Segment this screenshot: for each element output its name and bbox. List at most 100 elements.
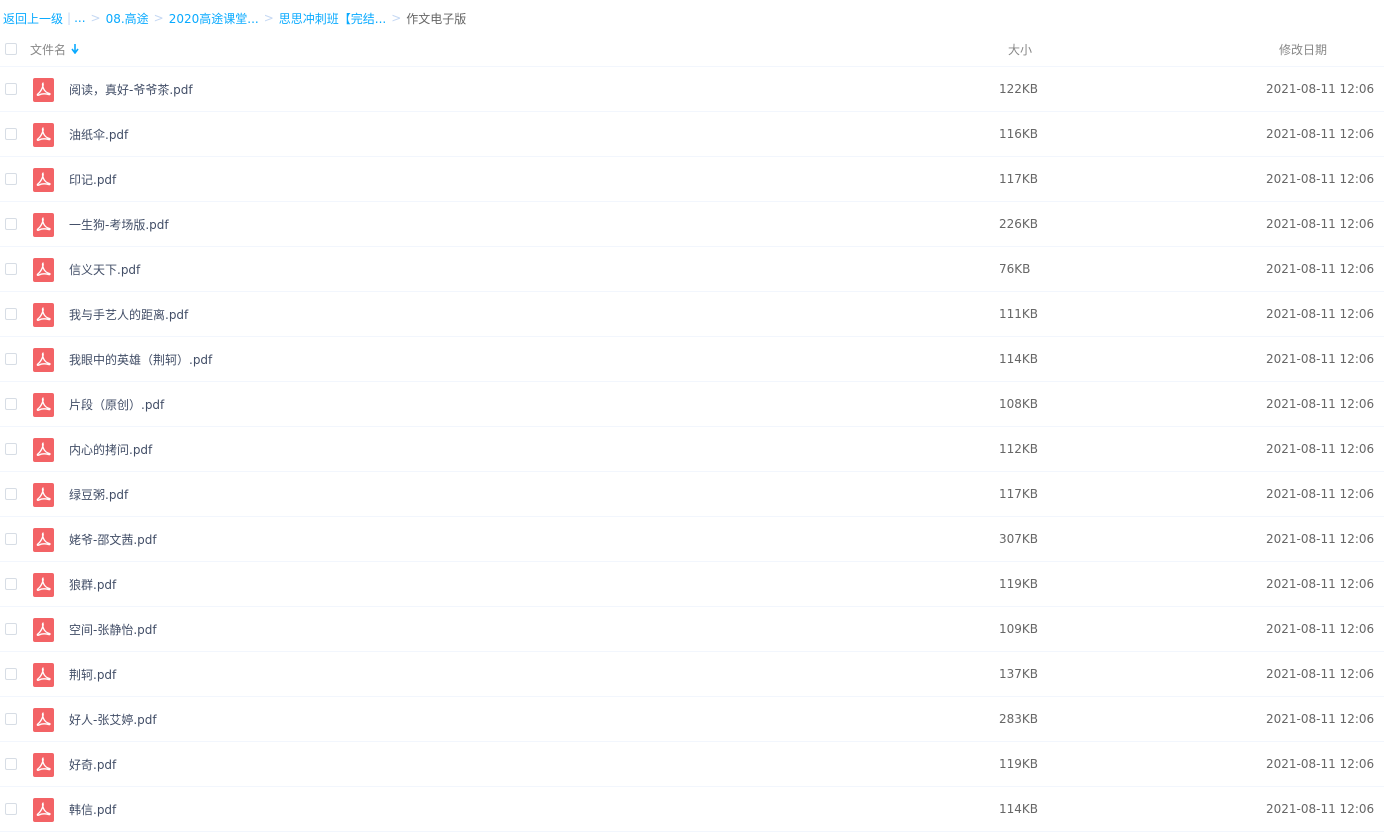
pdf-file-icon <box>33 168 54 192</box>
file-list-header: 文件名 大小 修改日期 <box>0 36 1384 67</box>
select-all-checkbox[interactable] <box>5 43 17 55</box>
file-name[interactable]: 信义天下.pdf <box>69 261 140 278</box>
file-size: 226KB <box>999 217 1039 231</box>
file-row[interactable]: 印记.pdf 117KB 2021-08-11 12:06 <box>0 157 1384 202</box>
file-modified-date: 2021-08-11 12:06 <box>1266 487 1375 501</box>
file-checkbox[interactable] <box>5 398 17 410</box>
file-size: 119KB <box>999 757 1039 771</box>
file-row[interactable]: 片段（原创）.pdf 108KB 2021-08-11 12:06 <box>0 382 1384 427</box>
file-row[interactable]: 荆轲.pdf 137KB 2021-08-11 12:06 <box>0 652 1384 697</box>
file-name[interactable]: 绿豆粥.pdf <box>69 486 128 503</box>
file-name[interactable]: 我与手艺人的距离.pdf <box>69 306 188 323</box>
file-checkbox[interactable] <box>5 353 17 365</box>
pdf-file-icon <box>33 753 54 777</box>
file-name[interactable]: 姥爷-邵文茜.pdf <box>69 531 157 548</box>
file-name[interactable]: 片段（原创）.pdf <box>69 396 164 413</box>
file-checkbox[interactable] <box>5 218 17 230</box>
file-checkbox[interactable] <box>5 668 17 680</box>
file-row[interactable]: 一生狗-考场版.pdf 226KB 2021-08-11 12:06 <box>0 202 1384 247</box>
pdf-file-icon <box>33 438 54 462</box>
file-modified-date: 2021-08-11 12:06 <box>1266 532 1375 546</box>
file-modified-date: 2021-08-11 12:06 <box>1266 127 1375 141</box>
file-size: 117KB <box>999 487 1039 501</box>
file-name[interactable]: 印记.pdf <box>69 171 116 188</box>
breadcrumb-item-sprint-class[interactable]: 思思冲刺班【完结... <box>279 10 386 27</box>
file-name[interactable]: 一生狗-考场版.pdf <box>69 216 169 233</box>
pdf-file-icon <box>33 573 54 597</box>
file-name[interactable]: 内心的拷问.pdf <box>69 441 152 458</box>
file-name[interactable]: 狼群.pdf <box>69 576 116 593</box>
file-row[interactable]: 狼群.pdf 119KB 2021-08-11 12:06 <box>0 562 1384 607</box>
file-row[interactable]: 信义天下.pdf 76KB 2021-08-11 12:06 <box>0 247 1384 292</box>
file-checkbox[interactable] <box>5 308 17 320</box>
file-modified-date: 2021-08-11 12:06 <box>1266 397 1375 411</box>
pdf-file-icon <box>33 708 54 732</box>
breadcrumb-current: 作文电子版 <box>406 11 467 26</box>
file-size: 114KB <box>999 352 1039 366</box>
breadcrumb-item-2020-course[interactable]: 2020高途课堂... <box>169 10 259 27</box>
file-row[interactable]: 韩信.pdf 114KB 2021-08-11 12:06 <box>0 787 1384 832</box>
file-name[interactable]: 空间-张静怡.pdf <box>69 621 157 638</box>
column-header-date[interactable]: 修改日期 <box>1279 41 1327 58</box>
file-size: 114KB <box>999 802 1039 816</box>
file-row[interactable]: 好人-张艾婷.pdf 283KB 2021-08-11 12:06 <box>0 697 1384 742</box>
file-row[interactable]: 油纸伞.pdf 116KB 2021-08-11 12:06 <box>0 112 1384 157</box>
file-checkbox[interactable] <box>5 83 17 95</box>
file-checkbox[interactable] <box>5 758 17 770</box>
file-modified-date: 2021-08-11 12:06 <box>1266 307 1375 321</box>
file-checkbox[interactable] <box>5 578 17 590</box>
file-name[interactable]: 阅读，真好-爷爷茶.pdf <box>69 81 193 98</box>
file-row[interactable]: 绿豆粥.pdf 117KB 2021-08-11 12:06 <box>0 472 1384 517</box>
pdf-file-icon <box>33 663 54 687</box>
file-checkbox[interactable] <box>5 533 17 545</box>
file-row[interactable]: 空间-张静怡.pdf 109KB 2021-08-11 12:06 <box>0 607 1384 652</box>
file-modified-date: 2021-08-11 12:06 <box>1266 352 1375 366</box>
file-size: 112KB <box>999 442 1039 456</box>
breadcrumb-item-gaotu[interactable]: 08.高途 <box>106 10 149 27</box>
file-checkbox[interactable] <box>5 803 17 815</box>
pdf-file-icon <box>33 123 54 147</box>
file-row[interactable]: 内心的拷问.pdf 112KB 2021-08-11 12:06 <box>0 427 1384 472</box>
file-size: 108KB <box>999 397 1039 411</box>
file-name[interactable]: 好奇.pdf <box>69 756 116 773</box>
breadcrumb-separator: > <box>391 11 402 25</box>
file-name[interactable]: 荆轲.pdf <box>69 666 116 683</box>
file-name[interactable]: 我眼中的英雄（荆轲）.pdf <box>69 351 212 368</box>
file-size: 111KB <box>999 307 1039 321</box>
breadcrumb-item-ellipsis[interactable]: ... <box>74 11 85 25</box>
file-name[interactable]: 油纸伞.pdf <box>69 126 128 143</box>
column-header-name[interactable]: 文件名 <box>30 41 79 58</box>
file-checkbox[interactable] <box>5 713 17 725</box>
file-size: 109KB <box>999 622 1039 636</box>
file-row[interactable]: 姥爷-邵文茜.pdf 307KB 2021-08-11 12:06 <box>0 517 1384 562</box>
file-modified-date: 2021-08-11 12:06 <box>1266 442 1375 456</box>
file-row[interactable]: 阅读，真好-爷爷茶.pdf 122KB 2021-08-11 12:06 <box>0 67 1384 112</box>
file-modified-date: 2021-08-11 12:06 <box>1266 712 1375 726</box>
breadcrumb-divider: | <box>67 11 72 25</box>
file-row[interactable]: 好奇.pdf 119KB 2021-08-11 12:06 <box>0 742 1384 787</box>
file-checkbox[interactable] <box>5 443 17 455</box>
file-modified-date: 2021-08-11 12:06 <box>1266 577 1375 591</box>
file-modified-date: 2021-08-11 12:06 <box>1266 82 1375 96</box>
file-row[interactable]: 我眼中的英雄（荆轲）.pdf 114KB 2021-08-11 12:06 <box>0 337 1384 382</box>
file-checkbox[interactable] <box>5 488 17 500</box>
file-checkbox[interactable] <box>5 173 17 185</box>
file-modified-date: 2021-08-11 12:06 <box>1266 172 1375 186</box>
pdf-file-icon <box>33 798 54 822</box>
back-link[interactable]: 返回上一级 <box>3 10 63 27</box>
column-header-size[interactable]: 大小 <box>1008 41 1032 58</box>
file-checkbox[interactable] <box>5 623 17 635</box>
file-size: 283KB <box>999 712 1039 726</box>
pdf-file-icon <box>33 348 54 372</box>
file-checkbox[interactable] <box>5 263 17 275</box>
file-size: 119KB <box>999 577 1039 591</box>
file-size: 76KB <box>999 262 1031 276</box>
file-checkbox[interactable] <box>5 128 17 140</box>
pdf-file-icon <box>33 483 54 507</box>
file-row[interactable]: 我与手艺人的距离.pdf 111KB 2021-08-11 12:06 <box>0 292 1384 337</box>
file-size: 122KB <box>999 82 1039 96</box>
file-modified-date: 2021-08-11 12:06 <box>1266 262 1375 276</box>
file-name[interactable]: 韩信.pdf <box>69 801 116 818</box>
file-name[interactable]: 好人-张艾婷.pdf <box>69 711 157 728</box>
file-size: 137KB <box>999 667 1039 681</box>
